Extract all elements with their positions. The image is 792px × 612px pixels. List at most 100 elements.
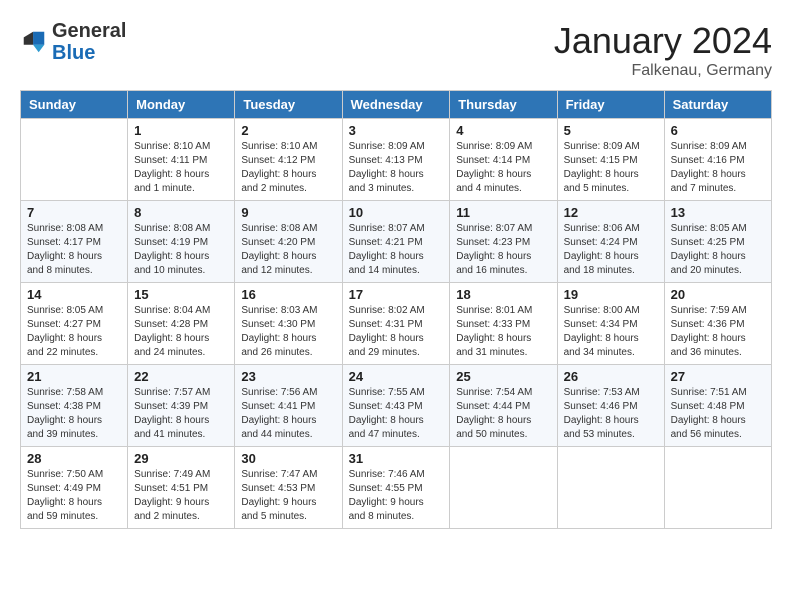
day-info: Sunrise: 8:03 AM Sunset: 4:30 PM Dayligh… — [241, 304, 335, 360]
calendar-cell: 13Sunrise: 8:05 AM Sunset: 4:25 PM Dayli… — [664, 201, 771, 283]
day-number: 30 — [241, 451, 335, 466]
day-info: Sunrise: 8:08 AM Sunset: 4:19 PM Dayligh… — [134, 222, 228, 278]
calendar-cell: 14Sunrise: 8:05 AM Sunset: 4:27 PM Dayli… — [21, 283, 128, 365]
month-title: January 2024 — [554, 20, 772, 62]
calendar-cell: 3 Sunrise: 8:09 AM Sunset: 4:13 PM Daylig… — [342, 119, 450, 201]
day-number: 23 — [241, 369, 335, 384]
day-header: Monday — [128, 91, 235, 119]
day-info: Sunrise: 8:09 AM Sunset: 4:16 PM Dayligh… — [671, 140, 765, 196]
calendar-cell: 19 Sunrise: 8:00 AM Sunset: 4:34 PM Dayli… — [557, 283, 664, 365]
day-header: Friday — [557, 91, 664, 119]
calendar-cell: 30 Sunrise: 7:47 AM Sunset: 4:53 PM Dayli… — [235, 447, 342, 529]
day-number: 6 — [671, 123, 765, 138]
day-info: Sunrise: 8:02 AM Sunset: 4:31 PM Dayligh… — [349, 304, 444, 360]
calendar-cell: 15Sunrise: 8:04 AM Sunset: 4:28 PM Dayli… — [128, 283, 235, 365]
calendar-cell: 18 Sunrise: 8:01 AM Sunset: 4:33 PM Dayli… — [450, 283, 557, 365]
day-info: Sunrise: 7:57 AM Sunset: 4:39 PM Dayligh… — [134, 386, 228, 442]
day-header: Tuesday — [235, 91, 342, 119]
calendar-cell: 2Sunrise: 8:10 AM Sunset: 4:12 PM Daylig… — [235, 119, 342, 201]
day-info: Sunrise: 8:08 AM Sunset: 4:20 PM Dayligh… — [241, 222, 335, 278]
day-number: 1 — [134, 123, 228, 138]
day-number: 28 — [27, 451, 121, 466]
logo-blue: Blue — [52, 42, 126, 64]
day-number: 25 — [456, 369, 550, 384]
day-info: Sunrise: 8:00 AM Sunset: 4:34 PM Dayligh… — [564, 304, 658, 360]
calendar-cell — [21, 119, 128, 201]
calendar-cell: 16 Sunrise: 8:03 AM Sunset: 4:30 PM Dayli… — [235, 283, 342, 365]
calendar-cell: 28 Sunrise: 7:50 AM Sunset: 4:49 PM Dayli… — [21, 447, 128, 529]
day-number: 11 — [456, 205, 550, 220]
calendar-cell — [557, 447, 664, 529]
day-info: Sunrise: 7:50 AM Sunset: 4:49 PM Dayligh… — [27, 468, 121, 524]
day-number: 8 — [134, 205, 228, 220]
day-info: Sunrise: 7:55 AM Sunset: 4:43 PM Dayligh… — [349, 386, 444, 442]
day-info: Sunrise: 7:51 AM Sunset: 4:48 PM Dayligh… — [671, 386, 765, 442]
calendar-cell: 9 Sunrise: 8:08 AM Sunset: 4:20 PM Daylig… — [235, 201, 342, 283]
day-header: Sunday — [21, 91, 128, 119]
calendar-table: SundayMondayTuesdayWednesdayThursdayFrid… — [20, 90, 772, 529]
day-header: Thursday — [450, 91, 557, 119]
calendar-header-row: SundayMondayTuesdayWednesdayThursdayFrid… — [21, 91, 772, 119]
day-info: Sunrise: 8:05 AM Sunset: 4:27 PM Dayligh… — [27, 304, 121, 360]
title-block: January 2024 Falkenau, Germany — [554, 20, 772, 80]
calendar-cell: 23Sunrise: 7:56 AM Sunset: 4:41 PM Dayli… — [235, 365, 342, 447]
day-number: 31 — [349, 451, 444, 466]
day-info: Sunrise: 8:04 AM Sunset: 4:28 PM Dayligh… — [134, 304, 228, 360]
day-info: Sunrise: 8:01 AM Sunset: 4:33 PM Dayligh… — [456, 304, 550, 360]
calendar-cell: 25 Sunrise: 7:54 AM Sunset: 4:44 PM Dayli… — [450, 365, 557, 447]
logo: General Blue — [20, 20, 126, 64]
day-number: 24 — [349, 369, 444, 384]
calendar-cell: 17 Sunrise: 8:02 AM Sunset: 4:31 PM Dayli… — [342, 283, 450, 365]
day-number: 16 — [241, 287, 335, 302]
day-number: 3 — [349, 123, 444, 138]
logo-icon — [20, 28, 48, 56]
calendar-cell: 8 Sunrise: 8:08 AM Sunset: 4:19 PM Daylig… — [128, 201, 235, 283]
day-number: 20 — [671, 287, 765, 302]
day-info: Sunrise: 8:09 AM Sunset: 4:15 PM Dayligh… — [564, 140, 658, 196]
day-info: Sunrise: 8:10 AM Sunset: 4:11 PM Dayligh… — [134, 140, 228, 196]
calendar-cell: 5Sunrise: 8:09 AM Sunset: 4:15 PM Daylig… — [557, 119, 664, 201]
day-number: 27 — [671, 369, 765, 384]
calendar-cell: 29Sunrise: 7:49 AM Sunset: 4:51 PM Dayli… — [128, 447, 235, 529]
day-info: Sunrise: 8:06 AM Sunset: 4:24 PM Dayligh… — [564, 222, 658, 278]
day-number: 19 — [564, 287, 658, 302]
calendar-week-row: 14Sunrise: 8:05 AM Sunset: 4:27 PM Dayli… — [21, 283, 772, 365]
day-number: 29 — [134, 451, 228, 466]
calendar-cell: 7Sunrise: 8:08 AM Sunset: 4:17 PM Daylig… — [21, 201, 128, 283]
day-number: 13 — [671, 205, 765, 220]
calendar-cell: 20 Sunrise: 7:59 AM Sunset: 4:36 PM Dayli… — [664, 283, 771, 365]
day-info: Sunrise: 7:59 AM Sunset: 4:36 PM Dayligh… — [671, 304, 765, 360]
day-number: 17 — [349, 287, 444, 302]
calendar-week-row: 7Sunrise: 8:08 AM Sunset: 4:17 PM Daylig… — [21, 201, 772, 283]
day-info: Sunrise: 7:46 AM Sunset: 4:55 PM Dayligh… — [349, 468, 444, 524]
calendar-cell: 22 Sunrise: 7:57 AM Sunset: 4:39 PM Dayli… — [128, 365, 235, 447]
day-info: Sunrise: 8:09 AM Sunset: 4:14 PM Dayligh… — [456, 140, 550, 196]
day-number: 22 — [134, 369, 228, 384]
location: Falkenau, Germany — [554, 62, 772, 80]
day-number: 7 — [27, 205, 121, 220]
day-info: Sunrise: 8:10 AM Sunset: 4:12 PM Dayligh… — [241, 140, 335, 196]
day-info: Sunrise: 7:58 AM Sunset: 4:38 PM Dayligh… — [27, 386, 121, 442]
day-number: 4 — [456, 123, 550, 138]
day-info: Sunrise: 8:07 AM Sunset: 4:23 PM Dayligh… — [456, 222, 550, 278]
calendar-cell: 21Sunrise: 7:58 AM Sunset: 4:38 PM Dayli… — [21, 365, 128, 447]
calendar-cell: 31 Sunrise: 7:46 AM Sunset: 4:55 PM Dayli… — [342, 447, 450, 529]
calendar-cell — [664, 447, 771, 529]
logo-general: General — [52, 20, 126, 42]
day-info: Sunrise: 7:54 AM Sunset: 4:44 PM Dayligh… — [456, 386, 550, 442]
day-info: Sunrise: 8:07 AM Sunset: 4:21 PM Dayligh… — [349, 222, 444, 278]
calendar-cell — [450, 447, 557, 529]
logo-text: General Blue — [52, 20, 126, 64]
day-info: Sunrise: 7:47 AM Sunset: 4:53 PM Dayligh… — [241, 468, 335, 524]
day-number: 9 — [241, 205, 335, 220]
calendar-cell: 10Sunrise: 8:07 AM Sunset: 4:21 PM Dayli… — [342, 201, 450, 283]
day-number: 12 — [564, 205, 658, 220]
calendar-cell: 12 Sunrise: 8:06 AM Sunset: 4:24 PM Dayli… — [557, 201, 664, 283]
calendar-cell: 24 Sunrise: 7:55 AM Sunset: 4:43 PM Dayli… — [342, 365, 450, 447]
calendar-cell: 1 Sunrise: 8:10 AM Sunset: 4:11 PM Daylig… — [128, 119, 235, 201]
calendar-week-row: 1 Sunrise: 8:10 AM Sunset: 4:11 PM Daylig… — [21, 119, 772, 201]
day-number: 18 — [456, 287, 550, 302]
calendar-cell: 27 Sunrise: 7:51 AM Sunset: 4:48 PM Dayli… — [664, 365, 771, 447]
day-info: Sunrise: 8:09 AM Sunset: 4:13 PM Dayligh… — [349, 140, 444, 196]
calendar-cell: 4 Sunrise: 8:09 AM Sunset: 4:14 PM Daylig… — [450, 119, 557, 201]
